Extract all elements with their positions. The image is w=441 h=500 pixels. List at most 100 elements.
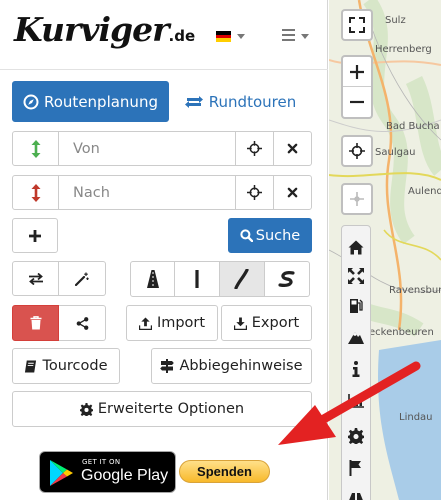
- import-button[interactable]: Import: [126, 305, 218, 341]
- tab-round-trips-label: Rundtouren: [208, 92, 297, 111]
- road-curvy-icon: [278, 271, 295, 287]
- curviness-option-2[interactable]: [175, 261, 220, 297]
- google-play-badge[interactable]: GET IT ON Google Play: [39, 451, 176, 493]
- expand-arrows-icon: [348, 268, 364, 284]
- language-flag-icon[interactable]: [216, 31, 231, 42]
- turn-instructions-button-label: Abbiegehinweise: [179, 358, 303, 374]
- map-label: Lindau: [399, 412, 433, 423]
- curviness-option-3[interactable]: [220, 261, 265, 297]
- overview-button[interactable]: [346, 266, 366, 286]
- home-icon: [348, 240, 364, 254]
- close-icon: [287, 187, 298, 198]
- share-button[interactable]: [59, 305, 106, 341]
- map-view[interactable]: Sulz Herrenberg Bad Bucha Saulgau Aulend…: [329, 0, 441, 500]
- poi-toolbar: [341, 225, 371, 500]
- zoom-control: [341, 55, 373, 119]
- crosshair-add-icon: [350, 192, 364, 206]
- home-button[interactable]: [346, 237, 366, 257]
- curviness-option-1[interactable]: [130, 261, 175, 297]
- locate-me-button[interactable]: [341, 135, 373, 167]
- from-locate-button[interactable]: [235, 132, 273, 165]
- fullscreen-icon: [349, 17, 365, 33]
- menu-caret-icon[interactable]: [301, 34, 309, 39]
- round-trip-icon: [184, 95, 203, 108]
- kurviger-logo[interactable]: Kurviger.de: [14, 10, 195, 49]
- fuel-icon: [350, 299, 363, 313]
- map-label: Sulz: [385, 15, 406, 26]
- to-clear-button[interactable]: [273, 176, 311, 209]
- from-input[interactable]: [59, 132, 235, 165]
- map-label: Herrenberg: [375, 44, 432, 55]
- close-icon: [287, 143, 298, 154]
- google-play-icon: [50, 460, 73, 486]
- zoom-out-button[interactable]: [343, 87, 371, 117]
- magic-wand-icon: [75, 272, 89, 286]
- import-button-label: Import: [156, 315, 206, 331]
- add-point-button[interactable]: [341, 183, 373, 215]
- road-straight-icon: [195, 270, 199, 288]
- locate-icon: [349, 143, 365, 159]
- curviness-option-4[interactable]: [265, 261, 310, 297]
- fuel-stations-button[interactable]: [346, 296, 366, 316]
- destination-flag-button[interactable]: [346, 458, 366, 478]
- tourcode-button[interactable]: Tourcode: [12, 348, 120, 384]
- map-label: Aulend: [408, 186, 441, 197]
- search-button[interactable]: Suche: [228, 218, 312, 253]
- map-label: Ravensbur: [389, 285, 441, 296]
- info-icon: [352, 361, 360, 377]
- zoom-in-button[interactable]: [343, 57, 371, 88]
- info-button[interactable]: [346, 359, 366, 379]
- donate-button-label: Spenden: [197, 464, 252, 479]
- advanced-options-button[interactable]: Erweiterte Optionen: [12, 391, 312, 427]
- fullscreen-button[interactable]: [341, 9, 373, 41]
- donate-button[interactable]: Spenden: [179, 460, 270, 483]
- logo-text: Kurviger: [14, 10, 170, 49]
- gear-icon: [348, 428, 364, 444]
- mountain-icon: [348, 332, 364, 344]
- to-field: [12, 175, 312, 210]
- road-slight-curve-icon: [234, 269, 249, 289]
- road-straight-wide-icon: [146, 270, 159, 288]
- map-settings-button[interactable]: [346, 426, 366, 446]
- to-locate-button[interactable]: [235, 176, 273, 209]
- mountain-passes-button[interactable]: [346, 327, 366, 347]
- language-caret-icon[interactable]: [237, 34, 245, 39]
- swap-icon: [28, 272, 43, 285]
- crosshair-icon: [247, 141, 262, 156]
- tab-route-planning-label: Routenplanung: [44, 92, 158, 111]
- logo-tld: .de: [168, 27, 196, 45]
- to-input[interactable]: [59, 176, 235, 209]
- top-bar: Kurviger.de: [0, 0, 328, 70]
- export-button-label: Export: [251, 315, 300, 331]
- road-icon: [349, 493, 363, 500]
- from-drag-handle[interactable]: [13, 132, 59, 165]
- advanced-options-button-label: Erweiterte Optionen: [97, 401, 245, 417]
- add-waypoint-button[interactable]: [12, 218, 58, 253]
- menu-icon[interactable]: [282, 29, 295, 41]
- gear-icon: [79, 402, 93, 416]
- delete-route-button[interactable]: [12, 305, 59, 341]
- to-drag-handle[interactable]: [13, 176, 59, 209]
- turn-instructions-button[interactable]: Abbiegehinweise: [151, 348, 312, 384]
- elevation-profile-button[interactable]: [346, 391, 366, 411]
- crosshair-icon: [247, 185, 262, 200]
- signpost-icon: [160, 359, 175, 373]
- tab-route-planning[interactable]: Routenplanung: [12, 81, 169, 122]
- book-icon: [25, 359, 37, 373]
- search-button-label: Suche: [255, 227, 301, 244]
- road-view-button[interactable]: [346, 488, 366, 500]
- search-icon: [240, 229, 253, 242]
- flag-icon: [349, 460, 361, 476]
- map-label: Bad Bucha: [386, 121, 440, 132]
- tab-round-trips[interactable]: Rundtouren: [176, 81, 304, 122]
- google-play-small-text: GET IT ON: [82, 458, 121, 466]
- optimize-route-button[interactable]: [59, 261, 106, 296]
- reverse-route-button[interactable]: [12, 261, 59, 296]
- download-icon: [233, 316, 247, 330]
- upload-icon: [138, 316, 152, 330]
- from-clear-button[interactable]: [273, 132, 311, 165]
- route-panel: Kurviger.de Routenplanung Rundtouren Von…: [0, 0, 328, 500]
- export-button[interactable]: Export: [221, 305, 312, 341]
- explore-icon: [23, 94, 39, 109]
- tourcode-button-label: Tourcode: [42, 358, 108, 374]
